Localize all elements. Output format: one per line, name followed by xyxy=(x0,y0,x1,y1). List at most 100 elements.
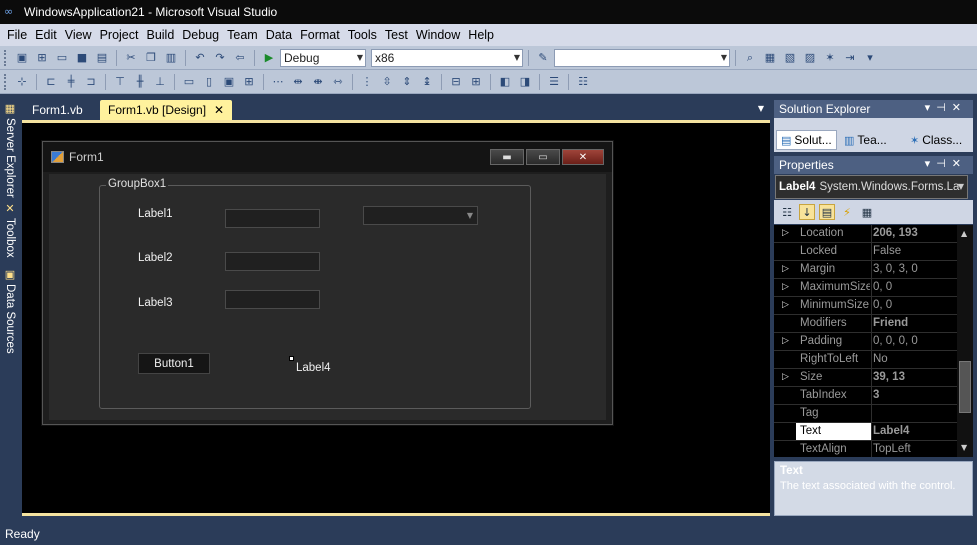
menu-debug[interactable]: Debug xyxy=(178,28,223,42)
menu-data[interactable]: Data xyxy=(262,28,296,42)
expand-icon[interactable]: ▷ xyxy=(782,228,789,238)
make-same-height-icon[interactable]: ▯ xyxy=(200,73,218,91)
menu-project[interactable]: Project xyxy=(96,28,143,42)
menu-edit[interactable]: Edit xyxy=(31,28,61,42)
property-value[interactable]: 0, 0, 0, 0 xyxy=(871,333,957,351)
menu-help[interactable]: Help xyxy=(464,28,498,42)
property-row-selected[interactable]: Text Label4 xyxy=(774,423,957,441)
selection-handle[interactable] xyxy=(289,356,294,361)
tab-solution-explorer[interactable]: ▤ Solut... xyxy=(776,130,837,150)
align-bottoms-icon[interactable]: ⊥ xyxy=(151,73,169,91)
menu-window[interactable]: Window xyxy=(412,28,464,42)
add-item-icon[interactable]: ⊞ xyxy=(33,49,51,67)
alphabetical-icon[interactable]: ↓ xyxy=(799,204,815,220)
active-files-dropdown-icon[interactable]: ▼ xyxy=(758,104,764,113)
groupbox1[interactable]: GroupBox1 Label1 ▼ Label2 Label3 Button1… xyxy=(99,178,531,409)
bring-to-front-icon[interactable]: ◧ xyxy=(496,73,514,91)
platform-select[interactable]: x86 ▼ xyxy=(371,48,523,67)
object-browser-icon[interactable]: ▨ xyxy=(801,49,819,67)
button1[interactable]: Button1 xyxy=(138,353,210,374)
vertical-spacing-remove-icon[interactable]: ↨ xyxy=(418,73,436,91)
menu-team[interactable]: Team xyxy=(223,28,262,42)
make-same-size-icon[interactable]: ▣ xyxy=(220,73,238,91)
property-row[interactable]: ▷ Padding 0, 0, 0, 0 xyxy=(774,333,957,351)
label2[interactable]: Label2 xyxy=(138,252,173,264)
expand-icon[interactable]: ▷ xyxy=(782,264,789,274)
property-row[interactable]: TextAlign TopLeft xyxy=(774,441,957,457)
close-icon[interactable]: ✕ xyxy=(562,149,604,165)
property-value[interactable]: 3, 0, 3, 0 xyxy=(871,261,957,279)
align-centers-icon[interactable]: ╪ xyxy=(62,73,80,91)
property-row[interactable]: Tag xyxy=(774,405,957,423)
open-file-icon[interactable]: ▭ xyxy=(53,49,71,67)
menu-view[interactable]: View xyxy=(61,28,96,42)
expand-icon[interactable]: ▷ xyxy=(782,372,789,382)
horizontal-spacing-increase-icon[interactable]: ⇹ xyxy=(289,73,307,91)
label4-selected[interactable]: Label4 xyxy=(296,362,331,374)
vertical-spacing-equal-icon[interactable]: ⋮ xyxy=(358,73,376,91)
data-sources-tab[interactable]: ▣ Data Sources xyxy=(2,268,18,354)
align-to-grid-icon[interactable]: ⊹ xyxy=(13,73,31,91)
label1[interactable]: Label1 xyxy=(138,208,173,220)
property-value[interactable]: 206, 193 xyxy=(871,225,957,243)
align-middles-icon[interactable]: ╫ xyxy=(131,73,149,91)
property-value[interactable]: 39, 13 xyxy=(871,369,957,387)
configuration-select[interactable]: Debug ▼ xyxy=(280,48,366,67)
textbox2[interactable] xyxy=(225,252,320,271)
property-pages-icon[interactable]: ▦ xyxy=(859,204,875,220)
expand-icon[interactable]: ▷ xyxy=(782,282,789,292)
categorized-icon[interactable]: ☷ xyxy=(779,204,795,220)
toolbox-tab[interactable]: ✕ Toolbox xyxy=(2,202,18,258)
find-in-files-icon[interactable]: ✎ xyxy=(534,49,552,67)
property-row[interactable]: ▷ Size 39, 13 xyxy=(774,369,957,387)
server-explorer-tab[interactable]: ▦ Server Explorer xyxy=(2,102,18,198)
tab-form1-design[interactable]: Form1.vb [Design] ✕ xyxy=(100,100,233,120)
textbox1[interactable] xyxy=(225,209,320,228)
horizontal-spacing-remove-icon[interactable]: ⇿ xyxy=(329,73,347,91)
undo-icon[interactable]: ↶ xyxy=(191,49,209,67)
align-rights-icon[interactable]: ⊐ xyxy=(82,73,100,91)
new-project-icon[interactable]: ▣ xyxy=(13,49,31,67)
property-value[interactable]: False xyxy=(871,243,957,261)
tab-order-icon[interactable]: ☰ xyxy=(545,73,563,91)
tab-team-explorer[interactable]: ▥ Tea... xyxy=(840,130,891,150)
property-value[interactable] xyxy=(871,405,957,423)
paste-icon[interactable]: ▥ xyxy=(162,49,180,67)
size-to-grid-icon[interactable]: ⊞ xyxy=(240,73,258,91)
property-row[interactable]: ▷ MinimumSize 0, 0 xyxy=(774,297,957,315)
scroll-down-icon[interactable]: ▼ xyxy=(961,443,967,452)
find-icon[interactable]: ⌕ xyxy=(741,49,759,67)
tab-class-view[interactable]: ✶ Class... xyxy=(906,130,966,150)
find-combo[interactable]: ▼ xyxy=(554,48,730,67)
toolbar-grip[interactable] xyxy=(4,73,8,90)
object-selector[interactable]: Label4 System.Windows.Forms.La ▼ xyxy=(775,175,968,199)
property-value[interactable]: Label4 xyxy=(871,423,957,441)
toolbox-icon[interactable]: ✶ xyxy=(821,49,839,67)
property-value[interactable]: TopLeft xyxy=(871,441,957,457)
label3[interactable]: Label3 xyxy=(138,297,173,309)
cut-icon[interactable]: ✂ xyxy=(122,49,140,67)
form1-window[interactable]: Form1 ▬ ▭ ✕ GroupBox1 Label1 ▼ Label2 La… xyxy=(42,141,613,425)
save-all-icon[interactable]: ▤ xyxy=(93,49,111,67)
expand-icon[interactable]: ▷ xyxy=(782,336,789,346)
property-value[interactable]: 0, 0 xyxy=(871,279,957,297)
property-value[interactable]: No xyxy=(871,351,957,369)
vertical-spacing-decrease-icon[interactable]: ⇕ xyxy=(398,73,416,91)
property-row[interactable]: ▷ Location 206, 193 xyxy=(774,225,957,243)
panel-pin-close-icons[interactable]: ▾⊣✕ xyxy=(925,101,967,114)
horizontal-spacing-decrease-icon[interactable]: ⇼ xyxy=(309,73,327,91)
property-grid-scrollbar[interactable]: ▲ ▼ xyxy=(957,225,973,457)
expand-icon[interactable]: ▷ xyxy=(782,300,789,310)
save-icon[interactable]: ■ xyxy=(73,49,91,67)
close-tab-icon[interactable]: ✕ xyxy=(214,103,224,117)
align-tops-icon[interactable]: ⊤ xyxy=(111,73,129,91)
property-value[interactable]: 0, 0 xyxy=(871,297,957,315)
toolbar-options-icon[interactable]: ☷ xyxy=(574,73,592,91)
menu-test[interactable]: Test xyxy=(381,28,412,42)
scrollbar-thumb[interactable] xyxy=(959,361,971,413)
redo-icon[interactable]: ↷ xyxy=(211,49,229,67)
combobox1[interactable]: ▼ xyxy=(363,206,478,225)
copy-icon[interactable]: ❐ xyxy=(142,49,160,67)
scroll-up-icon[interactable]: ▲ xyxy=(961,229,967,238)
solution-explorer-icon[interactable]: ▦ xyxy=(761,49,779,67)
